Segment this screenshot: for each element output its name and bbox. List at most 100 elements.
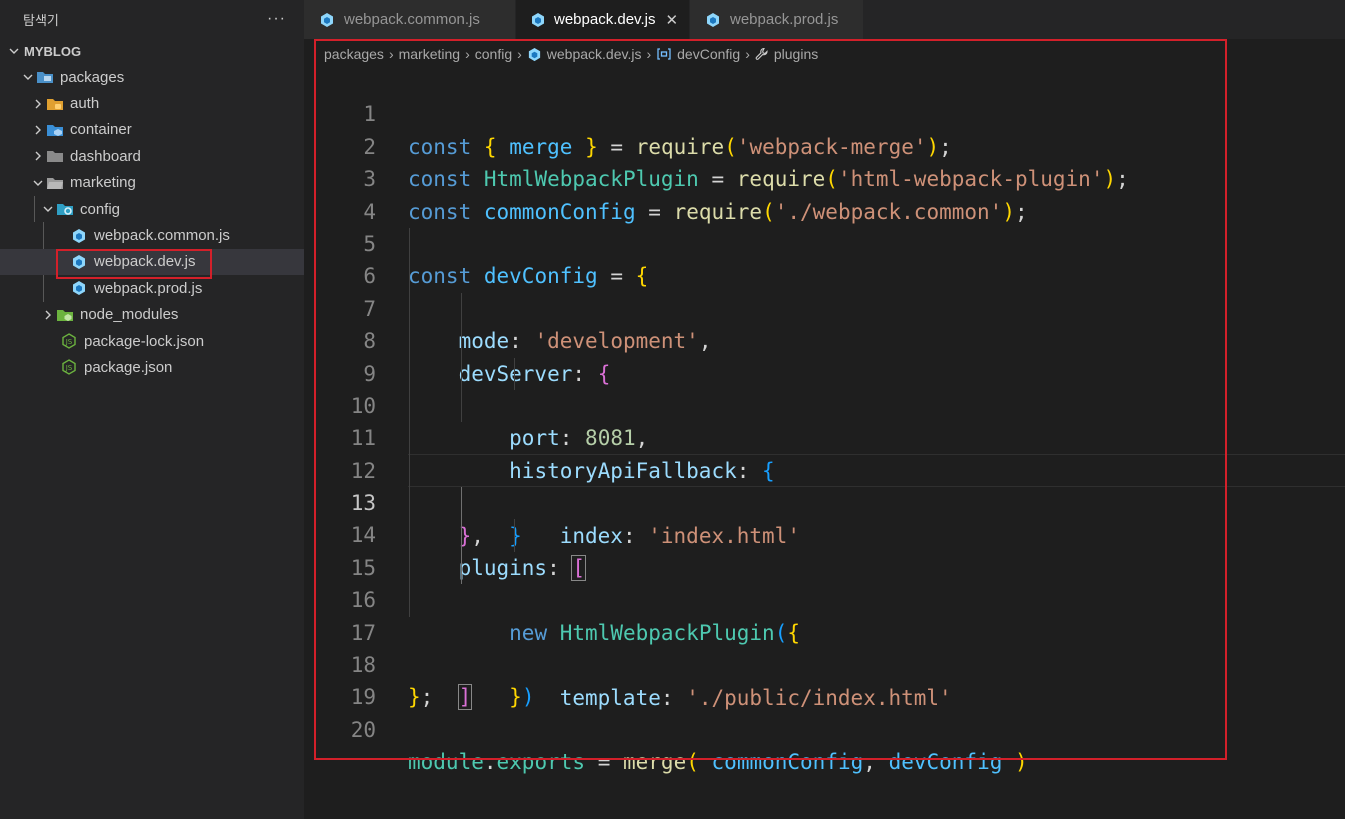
- chevron-down-icon: [6, 45, 22, 57]
- code-line: 17 ]: [304, 584, 1345, 711]
- chevron-right-icon: [30, 124, 46, 136]
- breadcrumb-item[interactable]: config: [475, 46, 512, 62]
- svg-text:JS: JS: [65, 338, 73, 346]
- webpack-file-icon: [318, 12, 336, 28]
- indent-guide: [409, 519, 410, 552]
- indent-guide: [34, 195, 35, 223]
- nodejs-icon: JS: [60, 359, 78, 376]
- indent-guide: [409, 551, 410, 585]
- code-line: 15 template: './public/index.html': [304, 519, 1345, 710]
- indent-guide: [43, 275, 44, 302]
- tree-item-label: webpack.common.js: [94, 227, 230, 245]
- tree-item-container[interactable]: container: [0, 117, 304, 143]
- indent-guide: [409, 422, 410, 455]
- code-line: 3 const commonConfig = require('./webpac…: [304, 131, 1345, 223]
- webpack-file-icon: [704, 12, 722, 28]
- tab-webpack-prod[interactable]: webpack.prod.js: [690, 0, 864, 39]
- breadcrumb-item[interactable]: webpack.dev.js: [547, 46, 642, 62]
- indent-guide: [409, 584, 410, 617]
- code-line: 4: [304, 163, 1345, 224]
- indent-guide: [461, 519, 462, 552]
- workspace-root[interactable]: MYBLOG: [0, 38, 304, 64]
- breadcrumb-item[interactable]: packages: [324, 46, 384, 62]
- tree-item-label: container: [70, 121, 132, 139]
- chevron-down-icon: [20, 71, 36, 83]
- editor-tabs: webpack.common.js webpack.dev.js ✕ webpa…: [304, 0, 1345, 39]
- code-line: 6 mode: 'development',: [304, 227, 1345, 353]
- tree-item-label: dashboard: [70, 147, 141, 165]
- tab-label: webpack.common.js: [344, 11, 480, 28]
- tree-item-dashboard[interactable]: dashboard: [0, 143, 304, 169]
- code-line-current: 13 plugins: [: [304, 454, 1345, 581]
- chevron-right-icon: ›: [745, 46, 750, 62]
- webpack-file-icon: [530, 12, 546, 28]
- code-line: 1 const { merge } = require('webpack-mer…: [304, 66, 1345, 158]
- variable-icon: [656, 47, 672, 61]
- tree-item-label: node_modules: [80, 306, 179, 324]
- tree-item-node-modules[interactable]: node_modules: [0, 302, 304, 328]
- breadcrumb-item[interactable]: plugins: [774, 46, 818, 62]
- tree-item-label: marketing: [70, 174, 136, 192]
- tab-label: webpack.dev.js: [554, 11, 656, 28]
- tree-item-label: packages: [60, 68, 125, 86]
- tree-item-config[interactable]: config: [0, 195, 304, 223]
- indent-guide: [409, 325, 410, 358]
- explorer-header: 탐색기 ···: [0, 0, 304, 38]
- tab-webpack-dev[interactable]: webpack.dev.js ✕: [516, 0, 690, 39]
- svg-text:JS: JS: [65, 364, 73, 372]
- more-actions-button[interactable]: ···: [267, 10, 286, 28]
- code-line: 7 devServer: {: [304, 260, 1345, 386]
- tree-item-packages[interactable]: packages: [0, 64, 304, 90]
- tree-item-package-lock[interactable]: JS package-lock.json: [0, 328, 304, 354]
- chevron-right-icon: ›: [388, 46, 394, 62]
- folder-container-icon: [46, 122, 64, 138]
- folder-open-icon: [46, 175, 64, 191]
- code-line: 20 module.exports = merge( commonConfig,…: [304, 681, 1345, 774]
- code-editor[interactable]: 1 const { merge } = require('webpack-mer…: [304, 66, 1345, 774]
- code-line: 5 const devConfig = {: [304, 196, 1345, 288]
- folder-icon: [46, 148, 64, 164]
- chevron-down-icon: [40, 203, 56, 215]
- code-line: 18 };: [304, 617, 1345, 709]
- indent-guide: [461, 292, 462, 326]
- tree-item-webpack-common[interactable]: webpack.common.js: [0, 222, 304, 249]
- wrench-icon: [755, 47, 769, 61]
- code-line: 12 },: [304, 422, 1345, 548]
- code-line: 19: [304, 649, 1345, 709]
- indent-guide: [461, 325, 462, 358]
- code-line: 10 index: 'index.html': [304, 357, 1345, 548]
- tree-item-label: package.json: [84, 358, 173, 376]
- chevron-right-icon: [40, 309, 56, 321]
- chevron-right-icon: ›: [465, 46, 470, 62]
- tree-item-package-json[interactable]: JS package.json: [0, 354, 304, 380]
- indent-guide: [409, 454, 410, 488]
- folder-auth-icon: [46, 96, 64, 112]
- indent-guide: [409, 487, 410, 520]
- tree-item-marketing[interactable]: marketing: [0, 170, 304, 196]
- tab-webpack-common[interactable]: webpack.common.js: [304, 0, 516, 39]
- indent-guide: [461, 389, 462, 423]
- line-number: 20: [350, 717, 376, 742]
- tree-item-label: auth: [70, 95, 100, 113]
- indent-guide: [409, 260, 410, 293]
- breadcrumb-item[interactable]: devConfig: [677, 46, 740, 62]
- tree-item-webpack-prod[interactable]: webpack.prod.js: [0, 275, 304, 302]
- selected-file-highlight-box: [56, 249, 212, 279]
- indent-guide: [409, 227, 410, 261]
- close-icon[interactable]: ✕: [665, 11, 678, 29]
- tree-item-auth[interactable]: auth: [0, 90, 304, 116]
- code-line: 2 const HtmlWebpackPlugin = require('htm…: [304, 98, 1345, 191]
- breadcrumb: packages › marketing › config › webpack.…: [324, 44, 818, 64]
- explorer-title: 탐색기: [23, 12, 59, 28]
- workspace-root-label: MYBLOG: [24, 43, 82, 59]
- tab-label: webpack.prod.js: [730, 11, 839, 28]
- webpack-file-icon: [527, 47, 542, 62]
- indent-guide: [461, 357, 462, 390]
- chevron-right-icon: [30, 98, 46, 110]
- indent-guide: [461, 487, 462, 520]
- chevron-right-icon: ›: [646, 46, 652, 62]
- tree-item-label: config: [80, 200, 121, 218]
- breadcrumb-item[interactable]: marketing: [399, 46, 460, 62]
- tree-item-label: package-lock.json: [84, 332, 205, 350]
- chevron-right-icon: [30, 150, 46, 162]
